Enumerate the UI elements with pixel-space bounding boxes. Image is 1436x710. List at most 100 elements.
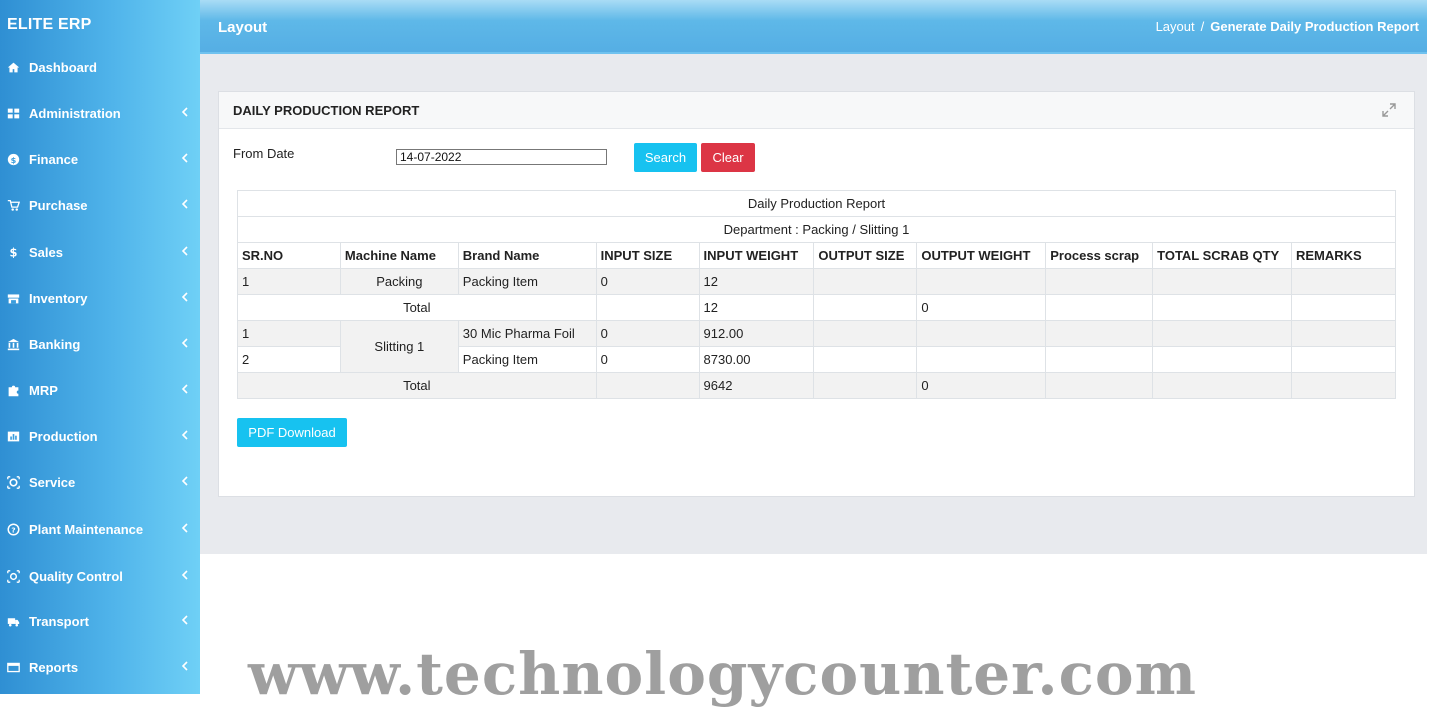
clear-button[interactable]: Clear [701, 143, 755, 172]
input-weight-cell: 8730.00 [698, 346, 815, 373]
input-weight-cell: 12 [698, 268, 815, 295]
sidebar-item-label: Purchase [29, 197, 88, 213]
sidebar-item-reports[interactable]: Reports [0, 652, 200, 682]
sidebar-item-banking[interactable]: Banking [0, 329, 200, 359]
chart-icon [6, 429, 20, 443]
sr-no-cell: 1 [237, 268, 341, 295]
svg-text:$: $ [9, 246, 17, 259]
column-header: INPUT WEIGHT [698, 242, 815, 269]
svg-text:?: ? [11, 525, 15, 534]
total-scrab-cell [1152, 268, 1292, 295]
sidebar-item-purchase[interactable]: Purchase [0, 190, 200, 220]
chevron-left-icon [181, 246, 188, 259]
sidebar-item-transport[interactable]: Transport [0, 606, 200, 636]
chevron-left-icon [181, 107, 188, 120]
chevron-left-icon [181, 292, 188, 305]
brand-name-cell: Packing Item [457, 346, 597, 373]
column-header: Process scrap [1045, 242, 1154, 269]
filter-row: From Date Search Clear [219, 139, 1414, 179]
column-header: Machine Name [339, 242, 459, 269]
column-header: OUTPUT WEIGHT [916, 242, 1047, 269]
output-weight-cell [916, 268, 1047, 295]
sidebar-item-label: Transport [29, 613, 89, 629]
column-header: TOTAL SCRAB QTY [1152, 242, 1292, 269]
process-scrap-cell [1045, 320, 1154, 347]
table-header-row: SR.NO Machine Name Brand Name INPUT SIZE… [237, 242, 1397, 269]
table-row: 1 Slitting 1 30 Mic Pharma Foil 0 912.00 [237, 320, 1397, 373]
sidebar-item-label: Finance [29, 151, 79, 167]
machine-name-cell: Packing [339, 268, 459, 295]
breadcrumb-parent[interactable]: Layout [1156, 19, 1195, 34]
help-circle-icon: ? [6, 522, 20, 536]
app-brand[interactable]: ELITE ERP [7, 16, 91, 34]
output-size-cell [813, 294, 918, 321]
process-scrap-cell [1045, 294, 1154, 321]
chevron-left-icon [181, 430, 188, 443]
remarks-cell [1290, 320, 1397, 347]
total-input-weight: 12 [698, 294, 815, 321]
output-weight-cell [916, 320, 1047, 347]
sidebar-item-production[interactable]: Production [0, 421, 200, 451]
chevron-left-icon [181, 153, 188, 166]
sidebar-item-finance[interactable]: $ Finance [0, 144, 200, 174]
brand-name-cell: 30 Mic Pharma Foil [457, 320, 597, 347]
output-size-cell [813, 268, 918, 295]
expand-icon[interactable] [1382, 103, 1396, 117]
input-size-cell: 0 [595, 268, 700, 295]
total-input-weight: 9642 [698, 372, 815, 399]
breadcrumb: Layout / Generate Daily Production Report [1156, 19, 1419, 34]
dollar-circle-icon: $ [6, 152, 20, 166]
sidebar-item-sales[interactable]: $ Sales [0, 237, 200, 267]
process-scrap-cell [1045, 346, 1154, 373]
sidebar-item-label: Administration [29, 105, 121, 121]
total-scrab-cell [1152, 320, 1292, 347]
input-size-cell [595, 294, 700, 321]
total-output-weight: 0 [916, 372, 1047, 399]
sidebar-item-service[interactable]: Service [0, 467, 200, 497]
chevron-left-icon [181, 384, 188, 397]
total-scrab-cell [1152, 346, 1292, 373]
input-size-cell [595, 372, 700, 399]
brand-name-cell: Packing Item [457, 268, 597, 295]
from-date-input[interactable] [396, 149, 607, 165]
pdf-download-button[interactable]: PDF Download [237, 418, 347, 447]
sidebar-item-label: Quality Control [29, 568, 123, 584]
report-card: DAILY PRODUCTION REPORT From Date Search… [218, 91, 1415, 497]
total-scrab-cell [1152, 372, 1292, 399]
report-department: Department : Packing / Slitting 1 [237, 216, 1396, 243]
column-header: INPUT SIZE [595, 242, 700, 269]
total-row: Total 12 0 [237, 294, 1397, 321]
production-report-table: Daily Production Report Department : Pac… [237, 190, 1397, 399]
cart-icon [6, 198, 20, 212]
chevron-left-icon [181, 476, 188, 489]
sidebar-item-label: Plant Maintenance [29, 521, 144, 537]
dollar-icon: $ [6, 245, 20, 259]
sidebar-item-label: Reports [29, 659, 79, 675]
chevron-left-icon [181, 661, 188, 674]
sidebar-item-label: Production [29, 428, 98, 444]
breadcrumb-current: Generate Daily Production Report [1210, 19, 1419, 34]
input-weight-cell: 912.00 [698, 320, 815, 347]
input-size-cell: 0 [595, 320, 700, 347]
sidebar-item-inventory[interactable]: Inventory [0, 283, 200, 313]
chevron-left-icon [181, 570, 188, 583]
machine-name-cell: Slitting 1 [339, 320, 459, 373]
sidebar-item-label: Service [29, 474, 76, 490]
process-scrap-cell [1045, 268, 1154, 295]
sidebar-item-mrp[interactable]: MRP [0, 375, 200, 405]
store-icon [6, 291, 20, 305]
sidebar-item-administration[interactable]: Administration [0, 98, 200, 128]
home-icon [6, 60, 20, 74]
output-size-cell [813, 346, 918, 373]
sidebar-item-plant-maintenance[interactable]: ? Plant Maintenance [0, 514, 200, 544]
sidebar-item-dashboard[interactable]: Dashboard [0, 52, 200, 82]
search-button[interactable]: Search [634, 143, 697, 172]
sidebar-item-quality-control[interactable]: Quality Control [0, 561, 200, 591]
sr-no-cell: 2 [237, 346, 341, 373]
remarks-cell [1290, 346, 1397, 373]
column-header: Brand Name [457, 242, 597, 269]
svg-text:$: $ [10, 154, 16, 164]
output-size-cell [813, 320, 918, 347]
sidebar-item-label: Sales [29, 244, 63, 260]
watermark: www.technologycounter.com [248, 640, 1197, 708]
